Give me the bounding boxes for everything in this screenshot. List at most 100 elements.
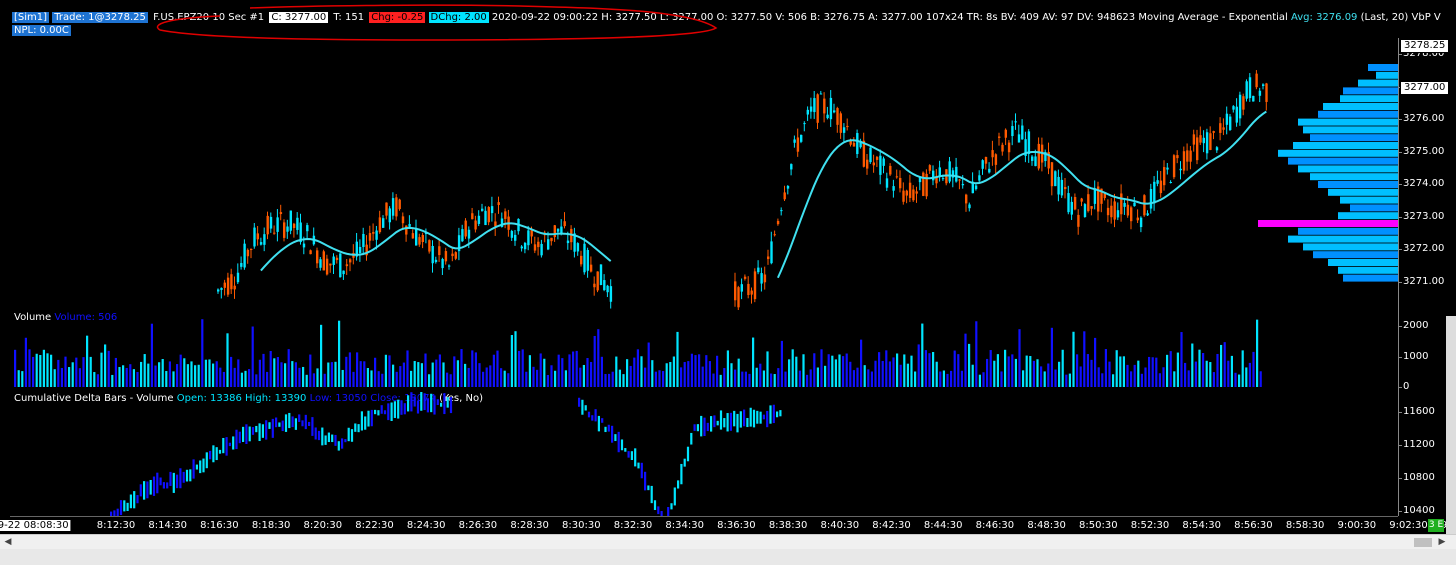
cd-bar bbox=[284, 414, 288, 432]
cd-bar bbox=[176, 474, 179, 489]
cd-bar bbox=[390, 402, 393, 422]
price-bar bbox=[428, 240, 431, 252]
price-bar bbox=[444, 251, 448, 262]
volume-axis[interactable]: 2000 1000 0 bbox=[1398, 312, 1445, 392]
price-bar bbox=[938, 167, 941, 177]
time-axis-label: 8:24:30 bbox=[406, 520, 446, 531]
cd-bar bbox=[159, 477, 162, 486]
price-bar bbox=[368, 233, 372, 241]
volume-bar bbox=[1047, 363, 1050, 387]
volume-bar bbox=[820, 349, 823, 387]
vbp-bar bbox=[1318, 110, 1398, 118]
volume-bar bbox=[582, 364, 585, 387]
cd-bar bbox=[700, 415, 703, 437]
volume-bar bbox=[809, 369, 812, 387]
volume-bar bbox=[586, 358, 589, 387]
price-bar bbox=[563, 221, 566, 227]
vbp-bar bbox=[1298, 165, 1398, 173]
price-chart-pane[interactable] bbox=[10, 38, 1398, 310]
volume-bar bbox=[543, 358, 546, 387]
volume-bar bbox=[518, 350, 521, 387]
volume-bar bbox=[946, 373, 949, 387]
cd-bar bbox=[298, 414, 301, 422]
cd-bar bbox=[341, 438, 344, 449]
price-bar bbox=[464, 220, 467, 237]
price-bars bbox=[217, 70, 1268, 310]
volume-bar bbox=[399, 366, 402, 387]
price-bar bbox=[948, 161, 951, 182]
volume-pane[interactable] bbox=[10, 312, 1398, 392]
volume-bar bbox=[510, 335, 513, 387]
cd-bar bbox=[268, 422, 271, 429]
volume-bar bbox=[687, 361, 690, 387]
price-bar bbox=[912, 189, 915, 201]
volume-bar bbox=[852, 370, 855, 387]
cd-bar bbox=[387, 403, 390, 421]
volume-bar bbox=[111, 374, 114, 387]
time-axis[interactable]: 09-22 08:08:30 8:12:30 8:14:30 8:16:30 8:18… bbox=[0, 516, 1456, 535]
volume-bar bbox=[298, 367, 301, 387]
price-bar bbox=[1149, 188, 1153, 209]
price-bar bbox=[451, 253, 454, 257]
price-bar bbox=[230, 274, 233, 290]
cd-bar bbox=[308, 421, 311, 426]
cd-bar bbox=[321, 427, 324, 446]
scroll-left-arrow-icon[interactable]: ◀ bbox=[2, 537, 14, 548]
volume-bar bbox=[1018, 329, 1021, 387]
scroll-right-arrow-icon[interactable]: ▶ bbox=[1436, 537, 1448, 548]
price-bar bbox=[547, 239, 550, 250]
volume-bar bbox=[507, 373, 510, 387]
volume-bar bbox=[118, 366, 121, 387]
price-axis[interactable]: 3278.003277.003276.003275.003274.003273.… bbox=[1398, 38, 1445, 312]
volume-bar bbox=[618, 369, 621, 387]
price-bar bbox=[737, 287, 740, 308]
price-bar bbox=[1087, 194, 1090, 212]
price-bar bbox=[852, 142, 856, 147]
price-bar bbox=[527, 230, 530, 246]
chart-window[interactable]: [Sim1] Trade: 1@3278.25 F.US.EPZ20 10 Se… bbox=[0, 0, 1456, 565]
cd-axis[interactable]: 11600 11200 10800 10400 bbox=[1398, 392, 1445, 516]
volume-bar bbox=[186, 364, 189, 387]
price-bar bbox=[1021, 125, 1024, 140]
price-bar bbox=[1232, 106, 1235, 110]
vbp-bar bbox=[1303, 243, 1398, 251]
price-bar bbox=[339, 253, 342, 278]
horizontal-scrollbar[interactable]: ◀ ▶ bbox=[0, 534, 1456, 550]
volume-bar bbox=[345, 356, 348, 387]
price-bar bbox=[776, 220, 780, 225]
volume-bar bbox=[168, 361, 171, 387]
cd-bar bbox=[172, 472, 175, 493]
scroll-thumb[interactable] bbox=[1414, 538, 1432, 547]
vbp-bar bbox=[1338, 266, 1398, 274]
cd-bar bbox=[195, 464, 198, 470]
cd-bar bbox=[736, 413, 739, 433]
price-axis-label: 3275.00 bbox=[1403, 145, 1445, 157]
volume-bar bbox=[75, 357, 78, 387]
price-bar bbox=[448, 265, 451, 267]
volume-bar bbox=[608, 373, 611, 387]
price-bar bbox=[1080, 198, 1083, 202]
cd-bar bbox=[766, 410, 769, 428]
cd-bar bbox=[377, 410, 380, 416]
volume-bar bbox=[82, 357, 85, 387]
cd-bar bbox=[670, 503, 673, 510]
price-bar bbox=[892, 186, 895, 191]
cd-bar bbox=[657, 506, 660, 515]
cumulative-delta-pane[interactable] bbox=[10, 392, 1398, 516]
volume-bar bbox=[672, 356, 675, 387]
volume-bar bbox=[575, 350, 578, 387]
volume-bar bbox=[14, 349, 17, 387]
cd-bar bbox=[265, 420, 268, 440]
price-bar bbox=[839, 113, 842, 133]
price-bar bbox=[378, 217, 382, 233]
volume-bar bbox=[856, 367, 859, 387]
volume-bar bbox=[280, 362, 283, 387]
volume-bar bbox=[960, 370, 963, 387]
price-bar bbox=[1225, 113, 1229, 125]
volume-bar bbox=[874, 360, 877, 387]
volume-bar bbox=[284, 363, 287, 387]
volume-bar bbox=[1220, 344, 1223, 387]
cd-bar bbox=[446, 397, 449, 408]
volume-bar bbox=[1256, 319, 1259, 387]
time-axis-label: 8:20:30 bbox=[303, 520, 343, 531]
